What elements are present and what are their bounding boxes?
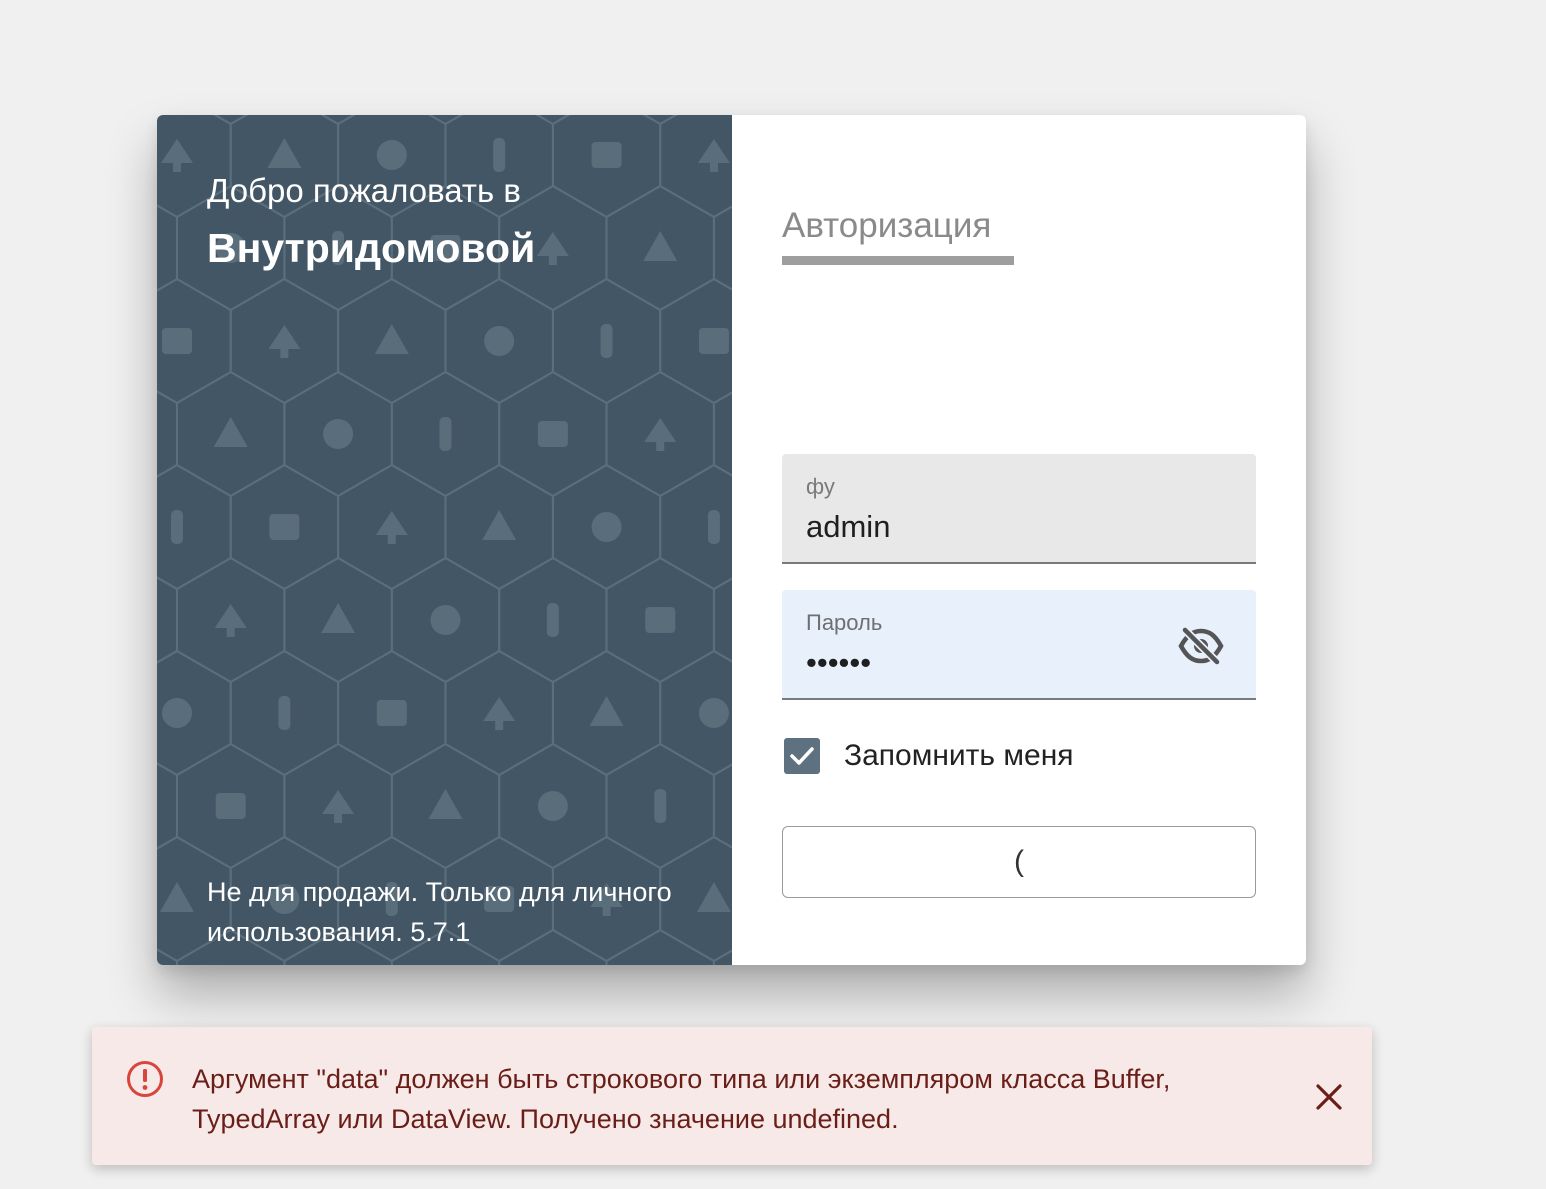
pattern-glyph-icon — [215, 793, 246, 819]
pattern-glyph-icon — [428, 789, 463, 819]
pattern-glyph-icon — [162, 328, 192, 354]
remember-label: Запомнить меня — [844, 739, 1074, 772]
pattern-glyph-icon — [493, 138, 506, 172]
pattern-glyph-icon — [214, 604, 247, 637]
pattern-hexagon — [712, 577, 732, 663]
pattern-hexagon — [157, 576, 178, 664]
pattern-hexagon — [157, 762, 178, 850]
pattern-hexagon — [712, 763, 732, 849]
pattern-hexagon — [157, 115, 177, 124]
login-field-label: фу — [806, 474, 835, 499]
pattern-glyph-icon — [162, 698, 192, 728]
auth-panel: Авторизация фу admin Пароль •••••• Запом… — [732, 115, 1306, 965]
tab-authorization[interactable]: Авторизация — [782, 205, 1014, 265]
remember-checkbox[interactable] — [784, 738, 820, 774]
pattern-glyph-icon — [707, 510, 720, 544]
pattern-glyph-icon — [591, 142, 622, 168]
pattern-hexagon — [427, 115, 464, 126]
error-toast: Аргумент "data" должен быть строкового т… — [92, 1027, 1372, 1165]
pattern-hexagon — [712, 205, 732, 291]
pattern-glyph-icon — [269, 514, 300, 540]
pattern-glyph-icon — [645, 607, 676, 633]
pattern-glyph-icon — [644, 418, 677, 451]
error-circle-icon — [127, 1061, 163, 1097]
pattern-glyph-icon — [698, 328, 729, 354]
welcome-panel: Добро пожаловать в Внутридомовой Не для … — [157, 115, 732, 965]
pattern-glyph-icon — [697, 139, 730, 172]
pattern-hexagon — [157, 204, 178, 292]
pattern-hexagon — [157, 948, 178, 965]
login-field[interactable]: фу admin — [782, 454, 1256, 564]
pattern-glyph-icon — [589, 696, 624, 726]
brand-name: Внутридомовой — [207, 225, 536, 271]
pattern-glyph-icon — [654, 789, 667, 823]
pattern-glyph-icon — [536, 232, 569, 265]
pattern-glyph-icon — [482, 510, 517, 540]
pattern-glyph-icon — [537, 421, 568, 447]
pattern-glyph-icon — [321, 603, 356, 633]
pattern-hexagon — [157, 463, 232, 591]
pattern-glyph-icon — [430, 605, 461, 635]
error-message: Аргумент "data" должен быть строкового т… — [192, 1064, 1171, 1134]
login-card: Добро пожаловать в Внутридомовой Не для … — [157, 115, 1306, 965]
pattern-glyph-icon — [213, 417, 248, 447]
pattern-glyph-icon — [322, 790, 355, 823]
welcome-text: Добро пожаловать в — [207, 172, 521, 209]
pattern-glyph-icon — [268, 325, 301, 358]
pattern-glyph-icon — [439, 417, 452, 451]
pattern-hexagon — [535, 115, 571, 126]
pattern-hexagon — [157, 390, 178, 478]
remember-me[interactable]: Запомнить меня — [784, 736, 1184, 776]
pattern-hexagon — [642, 115, 678, 126]
pattern-glyph-icon — [537, 791, 568, 821]
pattern-glyph-icon — [374, 324, 409, 354]
pattern-glyph-icon — [600, 324, 613, 358]
pattern-hexagon — [714, 115, 732, 124]
pattern-hexagon — [213, 115, 249, 126]
pattern-glyph-icon — [323, 419, 354, 449]
tab-indicator — [782, 256, 1014, 265]
pattern-glyph-icon — [267, 138, 302, 168]
close-icon[interactable] — [1312, 1080, 1346, 1114]
pattern-glyph-icon — [161, 139, 193, 172]
pattern-glyph-icon — [643, 231, 678, 261]
tab-label: Авторизация — [782, 206, 992, 245]
pattern-hexagon — [659, 463, 732, 591]
pattern-hexagon — [659, 115, 732, 219]
eye-off-icon[interactable] — [1178, 626, 1224, 666]
pattern-glyph-icon — [171, 510, 183, 544]
password-input[interactable]: •••••• — [806, 644, 871, 682]
pattern-glyph-icon — [375, 511, 408, 544]
pattern-glyph-icon — [484, 326, 515, 356]
pattern-glyph-icon — [160, 882, 194, 912]
pattern-glyph-icon — [376, 700, 407, 726]
pattern-glyph-icon — [278, 696, 291, 730]
license-note: Не для продажи. Только для личного испол… — [207, 877, 672, 947]
login-input[interactable]: admin — [806, 508, 890, 546]
pattern-glyph-icon — [546, 603, 559, 637]
submit-button[interactable]: ( — [782, 826, 1256, 898]
pattern-glyph-icon — [698, 698, 729, 728]
pattern-hexagon — [320, 115, 356, 126]
pattern-glyph-icon — [591, 512, 622, 542]
pattern-hexagon — [712, 391, 732, 477]
pattern-glyph-icon — [376, 140, 407, 170]
password-field[interactable]: Пароль •••••• — [782, 590, 1256, 700]
check-icon — [790, 747, 814, 765]
pattern-glyph-icon — [483, 697, 516, 730]
password-field-label: Пароль — [806, 610, 883, 635]
